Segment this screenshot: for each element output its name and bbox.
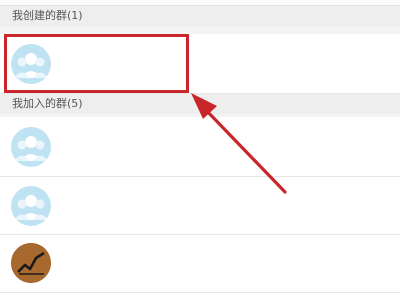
annotation-arrow	[191, 93, 287, 194]
